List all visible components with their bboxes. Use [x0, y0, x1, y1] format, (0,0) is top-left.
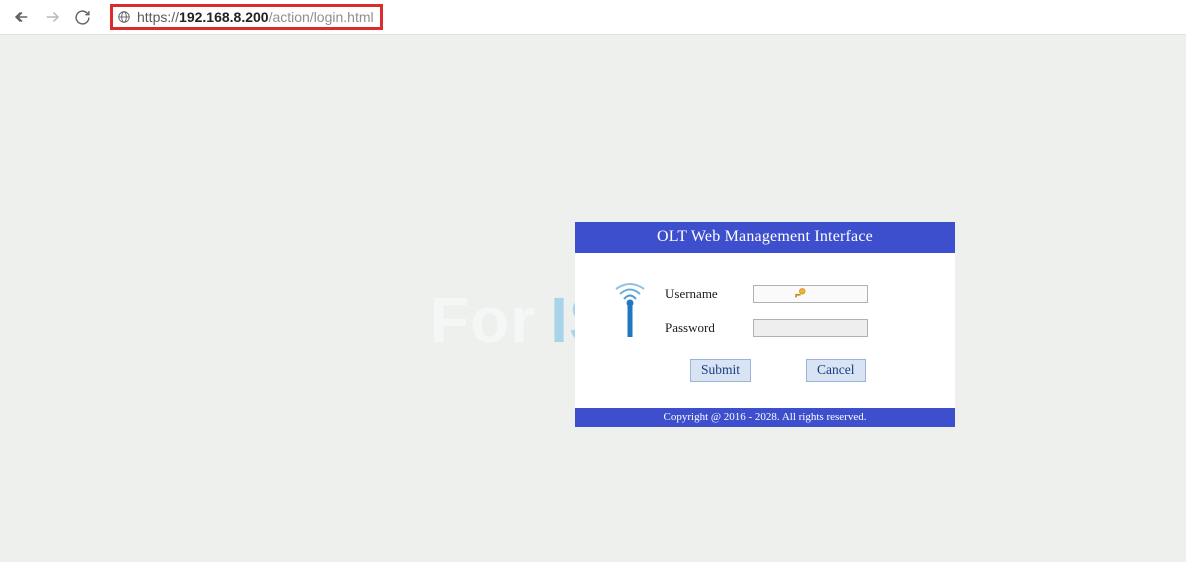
username-label: Username [665, 286, 753, 302]
login-card: OLT Web Management Interface Username [575, 222, 955, 427]
arrow-left-icon [13, 8, 31, 26]
globe-icon [117, 10, 131, 24]
submit-button[interactable]: Submit [690, 359, 751, 382]
password-input[interactable] [753, 319, 868, 337]
watermark-part1: For [430, 284, 536, 356]
url-path: /action/login.html [269, 9, 374, 25]
address-bar[interactable]: https://192.168.8.200/action/login.html [102, 3, 1174, 31]
arrow-right-icon [43, 8, 61, 26]
url-highlight-box: https://192.168.8.200/action/login.html [110, 4, 383, 30]
url-host: 192.168.8.200 [179, 9, 269, 25]
browser-toolbar: https://192.168.8.200/action/login.html [0, 0, 1186, 35]
button-row: Submit Cancel [595, 359, 935, 382]
cancel-button[interactable]: Cancel [806, 359, 865, 382]
reload-icon [74, 9, 91, 26]
page-body: ForISP OLT Web Management Interface Use [0, 35, 1186, 562]
username-input[interactable] [753, 285, 868, 303]
card-footer: Copyright @ 2016 - 2028. All rights rese… [575, 408, 955, 427]
antenna-icon [610, 281, 650, 337]
url-protocol: https:// [137, 9, 179, 25]
back-button[interactable] [12, 7, 32, 27]
key-icon [793, 286, 808, 300]
reload-button[interactable] [72, 7, 92, 27]
password-label: Password [665, 320, 753, 336]
card-body: Username Password [575, 253, 955, 408]
url-text: https://192.168.8.200/action/login.html [137, 9, 374, 25]
forward-button[interactable] [42, 7, 62, 27]
card-title: OLT Web Management Interface [575, 222, 955, 253]
logo-column [595, 281, 665, 337]
